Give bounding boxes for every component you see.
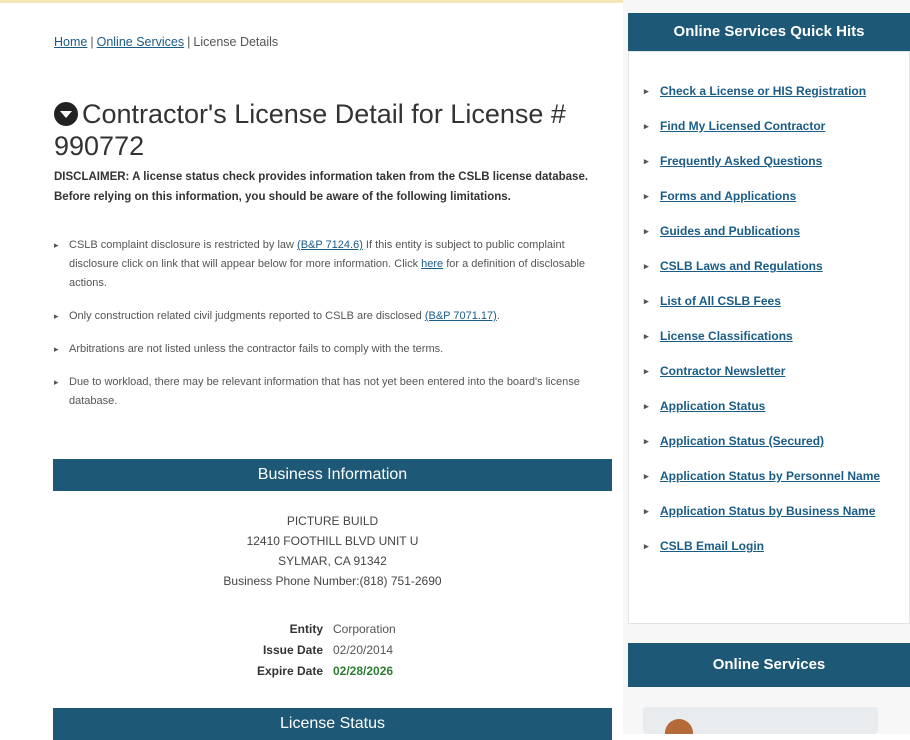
list-text: .: [496, 310, 500, 322]
online-services-header: Online Services: [628, 643, 910, 687]
expire-date-row: Expire Date 02/28/2026: [53, 664, 612, 685]
bp-7124-6-link[interactable]: (B&P 7124.6): [297, 239, 363, 251]
breadcrumb-current: License Details: [193, 35, 279, 49]
business-name: PICTURE BUILD: [286, 514, 379, 528]
bp-7071-17-link[interactable]: (B&P 7071.17): [425, 310, 497, 322]
quick-hit-item: Contractor Newsletter: [644, 362, 906, 381]
newsletter-link[interactable]: Contractor Newsletter: [660, 364, 785, 378]
check-license-link[interactable]: Check a License or HIS Registration: [660, 84, 866, 98]
list-text: Arbitrations are not listed unless the c…: [69, 343, 444, 355]
application-status-link[interactable]: Application Status: [660, 399, 765, 413]
entity-label: Entity: [289, 622, 323, 636]
breadcrumb: Home | Online Services | License Details: [54, 35, 278, 49]
breadcrumb-home-link[interactable]: Home: [54, 35, 87, 49]
list-item: Only construction related civil judgment…: [54, 307, 594, 326]
license-details: Entity Corporation Issue Date 02/20/2014…: [53, 622, 612, 685]
find-contractor-link[interactable]: Find My Licensed Contractor: [660, 119, 825, 133]
hard-hat-icon: [665, 719, 693, 734]
application-status-business-link[interactable]: Application Status by Business Name: [660, 504, 875, 518]
quick-hit-item: License Classifications: [644, 327, 906, 346]
forms-link[interactable]: Forms and Applications: [660, 189, 796, 203]
quick-hit-item: Application Status by Personnel Name: [644, 467, 906, 486]
quick-hit-item: CSLB Email Login: [644, 537, 906, 556]
issue-date-value: 02/20/2014: [333, 643, 394, 657]
quick-hit-item: Application Status: [644, 397, 906, 416]
page-title-text: Contractor's License Detail for License …: [54, 99, 566, 162]
license-status-header: License Status: [53, 708, 612, 740]
breadcrumb-online-services-link[interactable]: Online Services: [97, 35, 185, 49]
here-link[interactable]: here: [421, 258, 443, 270]
list-item: Due to workload, there may be relevant i…: [54, 373, 594, 411]
main-content: Home | Online Services | License Details Con…: [0, 0, 623, 740]
list-text: Due to workload, there may be relevant i…: [69, 376, 580, 407]
issue-date-row: Issue Date 02/20/2014: [53, 643, 612, 664]
quick-hit-item: Guides and Publications: [644, 222, 906, 241]
quick-hit-item: CSLB Laws and Regulations: [644, 257, 906, 276]
list-item: Arbitrations are not listed unless the c…: [54, 340, 594, 359]
fees-link[interactable]: List of All CSLB Fees: [660, 294, 781, 308]
quick-hit-item: Find My Licensed Contractor: [644, 117, 906, 136]
issue-date-label: Issue Date: [262, 643, 323, 657]
expand-circle-icon[interactable]: [54, 102, 78, 127]
email-login-link[interactable]: CSLB Email Login: [660, 539, 764, 553]
quick-hit-item: Forms and Applications: [644, 187, 906, 206]
online-services-card[interactable]: [643, 707, 878, 734]
business-address-block: PICTURE BUILD 12410 FOOTHILL BLVD UNIT U…: [53, 511, 612, 591]
entity-value: Corporation: [333, 622, 396, 636]
breadcrumb-separator: |: [90, 35, 94, 49]
faq-link[interactable]: Frequently Asked Questions: [660, 154, 822, 168]
laws-link[interactable]: CSLB Laws and Regulations: [660, 259, 823, 273]
classifications-link[interactable]: License Classifications: [660, 329, 793, 343]
quick-hit-item: Check a License or HIS Registration: [644, 82, 906, 101]
quick-hits-list: Check a License or HIS Registration Find…: [644, 82, 906, 572]
entity-row: Entity Corporation: [53, 622, 612, 643]
list-item: CSLB complaint disclosure is restricted …: [54, 236, 594, 293]
right-sidebar: Online Services Quick Hits Check a Licen…: [623, 0, 910, 734]
business-phone: Business Phone Number:(818) 751-2690: [223, 574, 442, 588]
expire-date-value: 02/28/2026: [333, 664, 394, 678]
quick-hit-item: List of All CSLB Fees: [644, 292, 906, 311]
quick-hit-item: Frequently Asked Questions: [644, 152, 906, 171]
breadcrumb-separator: |: [187, 35, 191, 49]
quick-hit-item: Application Status by Business Name: [644, 502, 906, 521]
expire-date-label: Expire Date: [256, 664, 323, 678]
list-text: Only construction related civil judgment…: [69, 310, 425, 322]
quick-hits-panel: Check a License or HIS Registration Find…: [628, 51, 910, 624]
limitations-list: CSLB complaint disclosure is restricted …: [54, 236, 594, 425]
disclaimer-text: DISCLAIMER: A license status check provi…: [54, 171, 589, 203]
application-status-secured-link[interactable]: Application Status (Secured): [660, 434, 824, 448]
application-status-personnel-link[interactable]: Application Status by Personnel Name: [660, 469, 880, 483]
guides-link[interactable]: Guides and Publications: [660, 224, 800, 238]
quick-hit-item: Application Status (Secured): [644, 432, 906, 451]
quick-hits-header: Online Services Quick Hits: [628, 13, 910, 51]
business-address-line1: 12410 FOOTHILL BLVD UNIT U: [246, 534, 419, 548]
business-information-header: Business Information: [53, 459, 612, 491]
list-text: CSLB complaint disclosure is restricted …: [69, 239, 298, 251]
business-address-line2: SYLMAR, CA 91342: [278, 554, 387, 568]
page-title: Contractor's License Detail for License …: [54, 98, 594, 162]
